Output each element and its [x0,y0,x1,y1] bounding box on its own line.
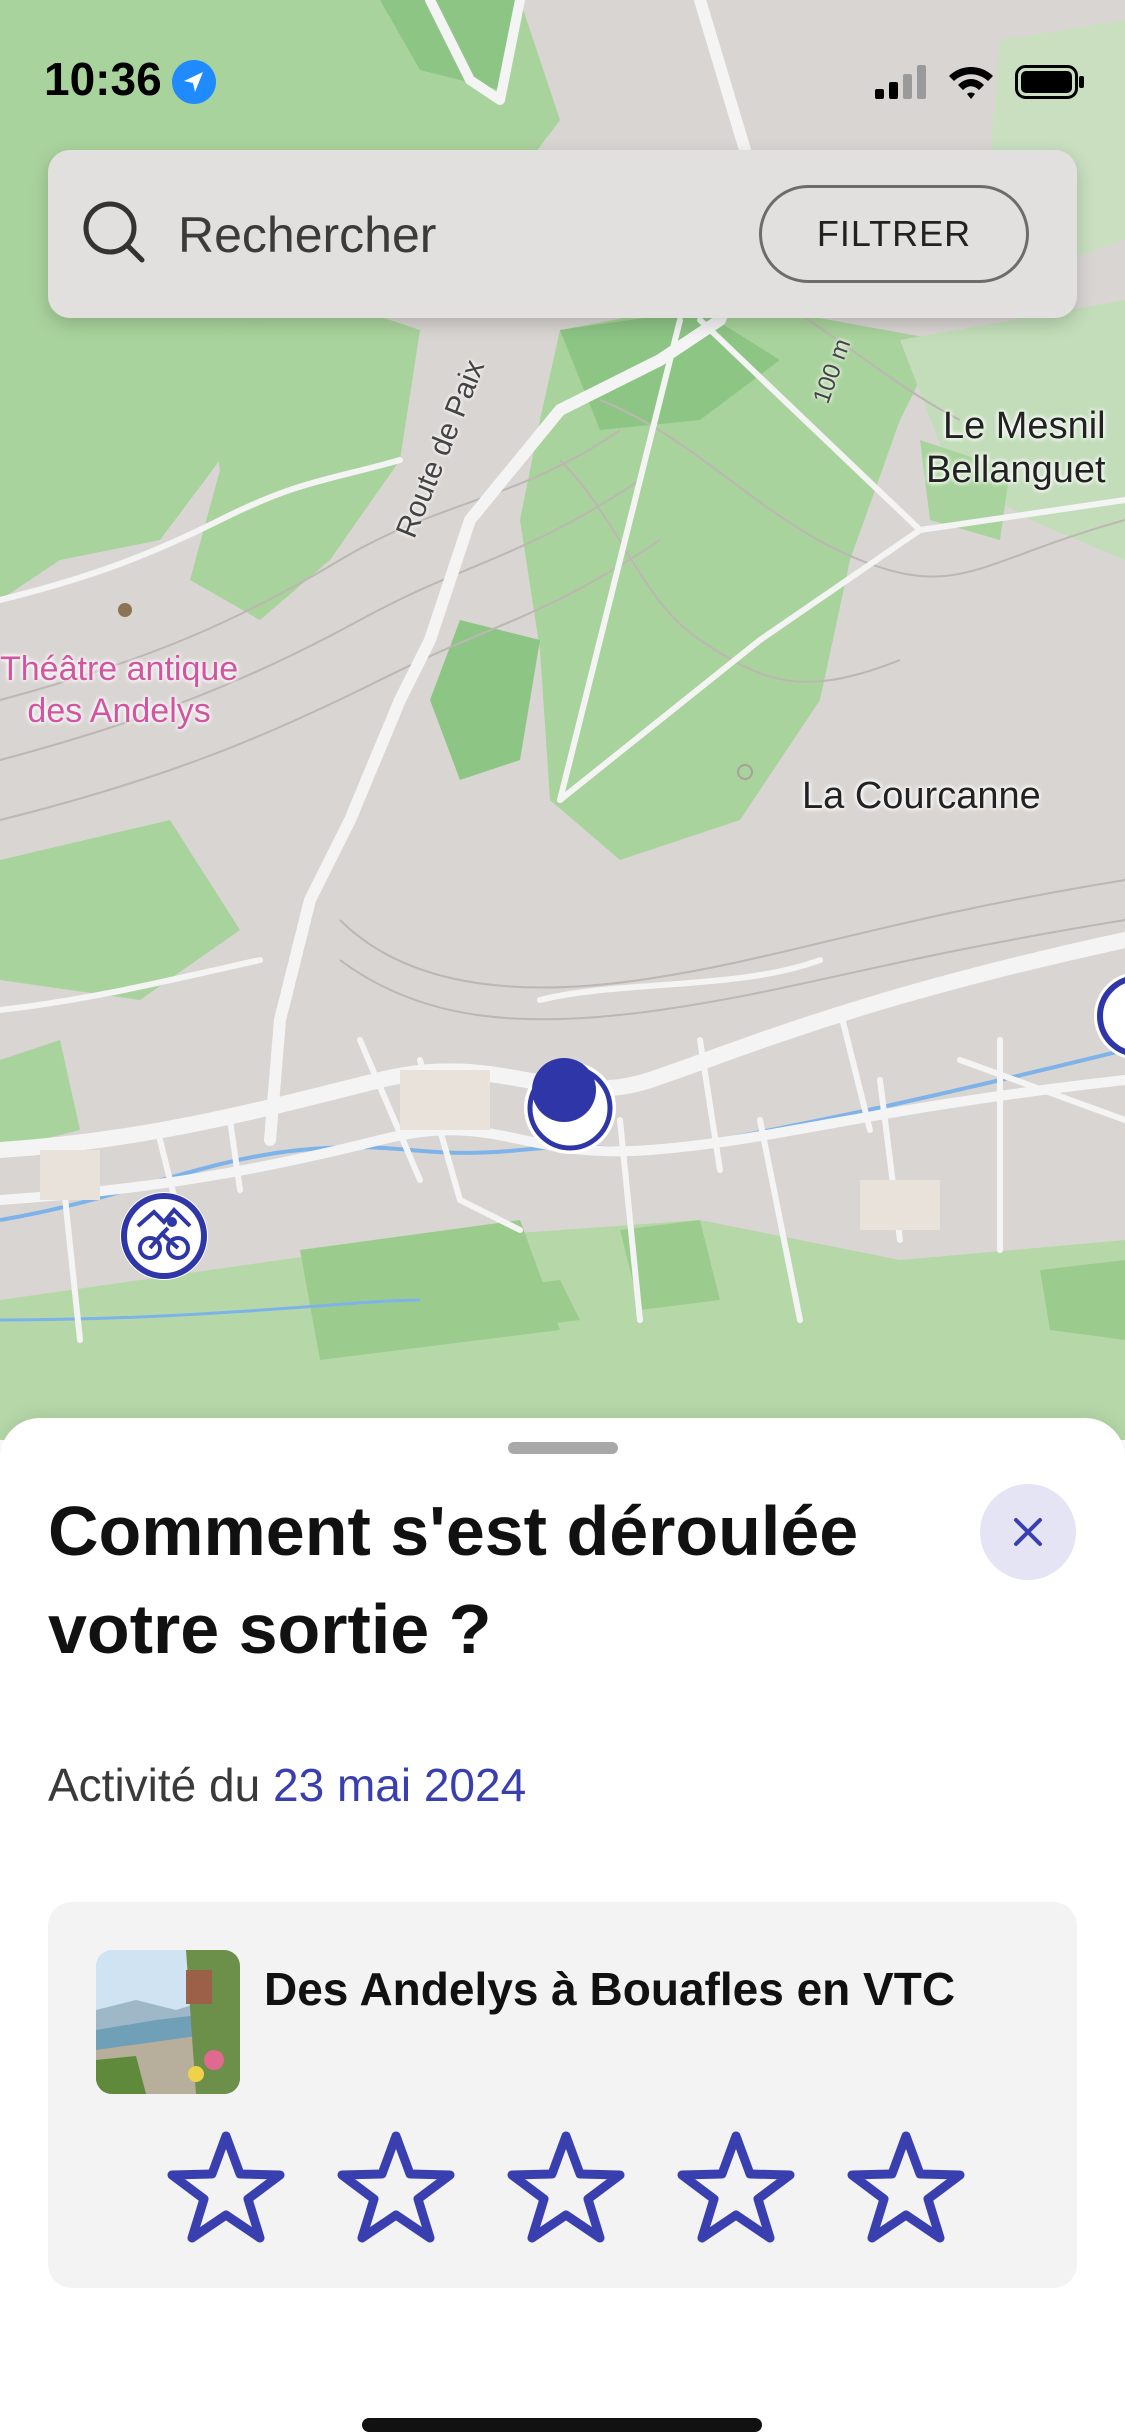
filter-button[interactable]: FILTRER [759,185,1029,283]
wifi-icon [949,67,993,99]
activity-prefix: Activité du [48,1759,261,1811]
star-1-icon[interactable] [166,2128,286,2248]
activity-title: Des Andelys à Bouafles en VTC [264,1963,956,2015]
map-label-theatre[interactable]: Théâtre antique des Andelys [0,648,238,732]
app-screen: Le Mesnil Bellanguet Théâtre antique des… [0,0,1125,2436]
star-5-icon[interactable] [846,2128,966,2248]
status-bar: 10:36 [0,0,1125,150]
offscreen-marker[interactable] [1090,968,1125,1064]
star-rating [166,2128,966,2248]
map-label-courcanne: La Courcanne [802,775,1041,817]
battery-icon [1015,65,1084,99]
star-3-icon[interactable] [506,2128,626,2248]
sheet-title: Comment s'est déroulée votre sortie ? [48,1492,859,1668]
search-input[interactable] [178,190,778,280]
location-arrow-icon [172,60,216,104]
bike-trail-marker[interactable] [116,1188,212,1284]
home-indicator[interactable] [362,2418,762,2432]
activity-date-line: Activité du 23 mai 2024 [48,1758,526,1812]
activity-card: Des Andelys à Bouafles en VTC [48,1902,1077,2288]
rating-sheet: Comment s'est déroulée votre sortie ? Ac… [0,1418,1125,2436]
map-label-mesnil: Le Mesnil Bellanguet [926,405,1106,491]
close-button[interactable] [980,1484,1076,1580]
sheet-grabber[interactable] [508,1442,618,1454]
activity-date: 23 mai 2024 [273,1759,527,1811]
search-icon [83,201,145,263]
star-4-icon[interactable] [676,2128,796,2248]
search-bar: FILTRER [48,150,1077,318]
activity-thumbnail [96,1950,240,2094]
star-2-icon[interactable] [336,2128,456,2248]
selected-activity-marker[interactable] [518,1050,622,1160]
status-icons [875,60,1085,104]
close-icon [1014,1518,1042,1546]
status-time: 10:36 [44,53,162,105]
signal-icon [875,65,926,99]
map-view[interactable]: Le Mesnil Bellanguet Théâtre antique des… [0,0,1125,1440]
